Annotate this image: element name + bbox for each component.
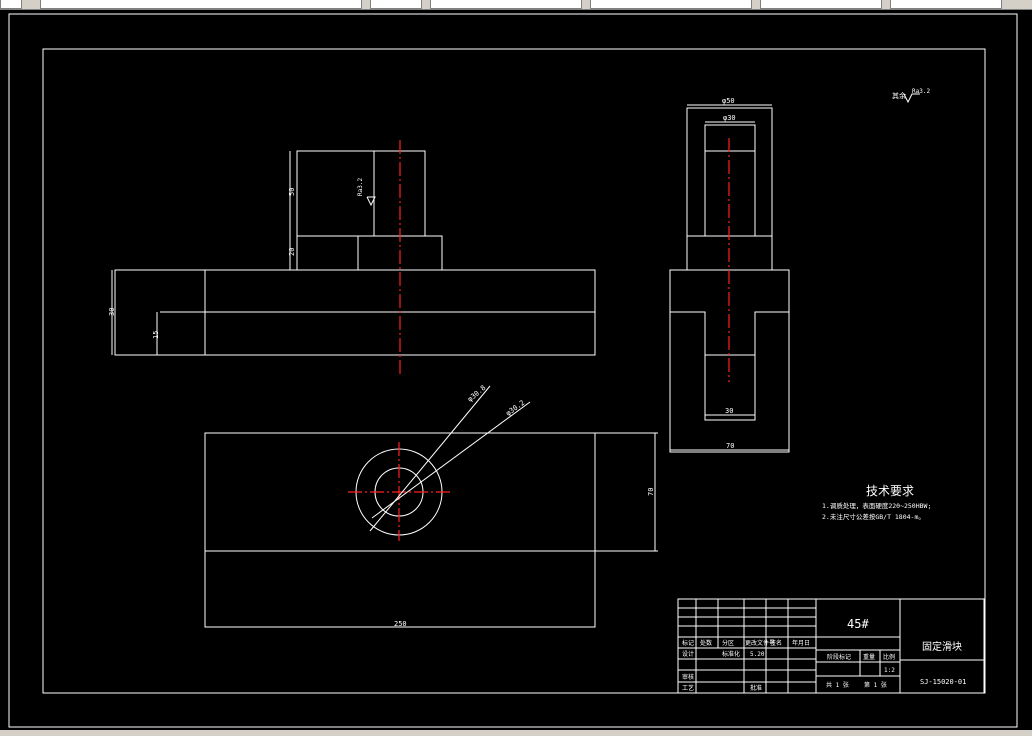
- toolbar-group[interactable]: [40, 0, 362, 9]
- title-part-name: 固定滑块: [922, 640, 962, 653]
- tb-ratio: 比例: [883, 653, 895, 661]
- tech-req-item-2: 2.未注尺寸公差按GB/T 1804-m。: [822, 512, 925, 521]
- roughness-note: Ra3.2: [912, 88, 930, 95]
- tb-row-process: 工艺: [682, 684, 694, 692]
- tb-row-approve: 批准: [750, 684, 762, 692]
- roughness-note-label: 其余: [892, 91, 906, 100]
- dim-left-inner: 15: [152, 331, 160, 339]
- tb-header-1: 处数: [700, 639, 712, 647]
- dim-width: 70: [726, 442, 734, 450]
- dim-left-total: 30: [108, 308, 116, 316]
- sheet-inner-border: [42, 48, 986, 694]
- tech-req-title: 技术要求: [866, 484, 914, 498]
- title-drawing-number: SJ-15020-01: [920, 678, 966, 686]
- dim-length: 250: [394, 620, 407, 628]
- dim-height: 70: [647, 488, 655, 496]
- toolbar: [0, 0, 1032, 10]
- tb-header-0: 标记: [682, 639, 694, 647]
- tech-req-item-1: 1.调质处理，表面硬度220~250HBW;: [822, 501, 931, 510]
- tb-sheet-no: 第 1 张: [864, 681, 887, 689]
- dim-height-top: 50: [288, 188, 296, 196]
- dim-hole-inner: φ30.2: [504, 399, 526, 418]
- toolbar-group[interactable]: [370, 0, 422, 9]
- dim-top-inner: φ30: [723, 114, 736, 122]
- tb-header-4: 签名: [770, 639, 782, 647]
- roughness-front: Ra3.2: [357, 178, 364, 196]
- front-view: 50 20 30 15 Ra3.2: [108, 140, 596, 375]
- tb-scale: 1:2: [884, 667, 895, 674]
- tb-weight: 重量: [863, 653, 875, 661]
- tb-sheets: 共 1 张: [826, 681, 849, 689]
- drawing-canvas[interactable]: 50 20 30 15 Ra3.2 φ50 φ30 30 70 φ30.8 φ3…: [0, 10, 1032, 730]
- tb-standardize: 标准化: [722, 650, 740, 658]
- tb-header-5: 年月日: [792, 639, 810, 647]
- tb-stage-mark: 阶段标记: [827, 653, 851, 661]
- tb-row-design: 设计: [682, 650, 694, 658]
- title-material: 45#: [847, 617, 869, 631]
- status-strip: [0, 730, 1032, 736]
- dim-top-outer: φ50: [722, 97, 735, 105]
- menu-icon[interactable]: [0, 0, 22, 9]
- side-view: φ50 φ30 30 70: [669, 97, 790, 453]
- linetype-dropdown[interactable]: [590, 0, 752, 9]
- tb-header-2: 分区: [722, 639, 734, 647]
- title-block: 45# 固定滑块 SJ-15020-01 标记 处数 分区 更改文件号 签名 年…: [677, 598, 985, 694]
- top-view: φ30.8 φ30.2 70 250: [204, 384, 658, 628]
- dim-slot: 30: [725, 407, 733, 415]
- lineweight-dropdown[interactable]: [760, 0, 882, 9]
- tb-row-review: 审核: [682, 673, 694, 681]
- layer-dropdown[interactable]: [430, 0, 582, 9]
- technical-requirements: 技术要求 1.调质处理，表面硬度220~250HBW; 2.未注尺寸公差按GB/…: [822, 484, 931, 521]
- plotstyle-dropdown[interactable]: [890, 0, 1002, 9]
- tb-date: 5.20: [750, 651, 765, 658]
- dim-height-mid: 20: [288, 248, 296, 256]
- roughness-note-symbol: [903, 93, 920, 104]
